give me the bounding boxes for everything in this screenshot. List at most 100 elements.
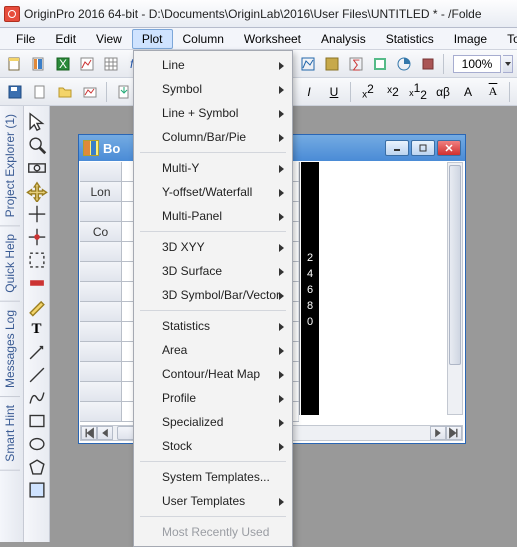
tb-icon-g[interactable] [393,53,415,75]
row-header[interactable] [80,202,122,221]
row-header[interactable] [80,162,122,181]
row-header[interactable] [80,322,122,341]
scroll-left-icon[interactable] [97,426,113,440]
tb-icon-d[interactable] [321,53,343,75]
line-tool[interactable] [26,364,48,386]
submenu-arrow-icon [279,419,284,427]
poly-tool[interactable] [26,456,48,478]
folder-button[interactable] [54,81,76,103]
menu-item-profile[interactable]: Profile [134,386,292,410]
menu-worksheet[interactable]: Worksheet [234,29,311,49]
selection-tool[interactable] [26,249,48,271]
menu-column[interactable]: Column [173,29,234,49]
new-project-button[interactable] [4,53,26,75]
arrow-tool[interactable] [26,341,48,363]
new-matrix-button[interactable] [100,53,122,75]
reader-tool[interactable] [26,203,48,225]
vtab-smart-hint[interactable]: Smart Hint [0,397,20,471]
draw-tool[interactable] [26,295,48,317]
zoom-dropdown[interactable] [503,55,513,73]
zoom-combo[interactable]: 100% [453,55,501,73]
row-header[interactable] [80,282,122,301]
region-tool[interactable] [26,479,48,501]
close-button[interactable] [437,140,461,156]
supsub-button[interactable]: x12 [407,81,429,103]
menu-item-specialized[interactable]: Specialized [134,410,292,434]
mask-tool[interactable] [26,272,48,294]
menu-view[interactable]: View [86,29,132,49]
menu-item-3d-symbol-bar-vector[interactable]: 3D Symbol/Bar/Vector [134,283,292,307]
tb-icon-f[interactable] [369,53,391,75]
pointer-tool[interactable] [26,111,48,133]
new-button[interactable] [29,81,51,103]
menu-item-line[interactable]: Line [134,53,292,77]
pan-tool[interactable] [26,180,48,202]
menu-plot[interactable]: Plot [132,29,173,49]
menu-analysis[interactable]: Analysis [311,29,376,49]
underline-button[interactable]: U [323,81,345,103]
overbar-button[interactable]: A [482,81,504,103]
minimize-button[interactable] [385,140,409,156]
menu-item-column-bar-pie[interactable]: Column/Bar/Pie [134,125,292,149]
menu-separator [140,516,286,517]
menu-item-line-symbol[interactable]: Line + Symbol [134,101,292,125]
new-excel-button[interactable]: X [52,53,74,75]
menu-item-user-templates[interactable]: User Templates [134,489,292,513]
vtab-messages-log[interactable]: Messages Log [0,302,20,397]
row-header[interactable] [80,362,122,381]
menu-edit[interactable]: Edit [45,29,86,49]
subscript-button[interactable]: x2 [382,81,404,103]
italic-button[interactable]: I [298,81,320,103]
row-header[interactable] [80,242,122,261]
menu-item-area[interactable]: Area [134,338,292,362]
menu-item-multi-y[interactable]: Multi-Y [134,156,292,180]
menu-item-3d-surface[interactable]: 3D Surface [134,259,292,283]
save-button[interactable] [4,81,26,103]
scroll-right-icon[interactable] [430,426,446,440]
import-button[interactable] [113,81,135,103]
row-header[interactable] [80,402,122,421]
tb-icon-e[interactable]: ∑ [345,53,367,75]
new-workbook-button[interactable] [28,53,50,75]
curve-tool[interactable] [26,387,48,409]
vtab-project-explorer-1-[interactable]: Project Explorer (1) [0,106,20,226]
menu-item-symbol[interactable]: Symbol [134,77,292,101]
row-header[interactable]: Lon [80,182,122,201]
rect-tool[interactable] [26,410,48,432]
vtab-quick-help[interactable]: Quick Help [0,226,20,302]
menu-tools[interactable]: Tools [497,29,517,49]
superscript-button[interactable]: x2 [357,81,379,103]
menu-item-stock[interactable]: Stock [134,434,292,458]
scroll-last-icon[interactable] [446,426,462,440]
text-tool[interactable]: T [26,318,48,340]
maximize-button[interactable] [411,140,435,156]
menu-image[interactable]: Image [444,29,497,49]
menu-item-statistics[interactable]: Statistics [134,314,292,338]
row-header[interactable] [80,302,122,321]
menu-item-3d-xyy[interactable]: 3D XYY [134,235,292,259]
scrollbar-vertical[interactable] [447,162,463,415]
datareader-tool[interactable] [26,226,48,248]
submenu-arrow-icon [279,268,284,276]
menu-statistics[interactable]: Statistics [376,29,444,49]
open-template-button[interactable] [79,81,101,103]
menu-item-system-templates-[interactable]: System Templates... [134,465,292,489]
row-header[interactable] [80,342,122,361]
greek-button[interactable]: αβ [432,81,454,103]
oval-tool[interactable] [26,433,48,455]
tb-icon-h[interactable] [417,53,439,75]
zoom-tool[interactable] [26,134,48,156]
menu-item-y-offset-waterfall[interactable]: Y-offset/Waterfall [134,180,292,204]
row-header[interactable]: Co [80,222,122,241]
menu-item-label: 3D Surface [162,264,222,278]
menu-item-multi-panel[interactable]: Multi-Panel [134,204,292,228]
menu-item-contour-heat-map[interactable]: Contour/Heat Map [134,362,292,386]
tb-icon-c[interactable] [297,53,319,75]
zoomrange-tool[interactable] [26,157,48,179]
scroll-first-icon[interactable] [81,426,97,440]
row-header[interactable] [80,382,122,401]
row-header[interactable] [80,262,122,281]
menu-file[interactable]: File [6,29,45,49]
new-graph-button[interactable] [76,53,98,75]
font-increase-button[interactable]: A [457,81,479,103]
